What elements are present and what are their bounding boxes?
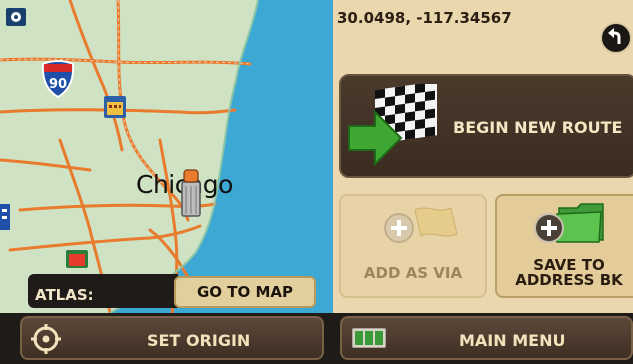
save-to-address-book-label: SAVE TO ADDRESS BK bbox=[495, 258, 633, 288]
folder-add-icon bbox=[534, 203, 604, 243]
interstate-number: 90 bbox=[49, 77, 67, 92]
save-to-label-line2: ADDRESS BK bbox=[515, 271, 623, 289]
poi-restaurant-icon bbox=[66, 250, 88, 272]
navigation-app: 90 ATLAS: GO TO MAP 30.0498, -117.34567 … bbox=[0, 0, 633, 364]
add-as-via-button[interactable] bbox=[339, 194, 487, 298]
atlas-label: ATLAS: bbox=[35, 286, 94, 304]
poi-building-icon bbox=[104, 96, 126, 122]
back-button[interactable] bbox=[600, 22, 632, 54]
checkered-flag-arrow-icon bbox=[348, 84, 437, 167]
map-mode-icon[interactable] bbox=[6, 8, 26, 30]
interstate-shield-icon: 90 bbox=[40, 60, 76, 102]
go-to-map-button[interactable]: GO TO MAP bbox=[174, 276, 316, 308]
coordinates-readout: 30.0498, -117.34567 bbox=[337, 9, 512, 27]
add-as-via-label: ADD AS VIA bbox=[363, 264, 463, 282]
go-to-map-label: GO TO MAP bbox=[196, 283, 294, 301]
vehicle-position-icon bbox=[180, 168, 204, 222]
keyboard-icon bbox=[352, 328, 386, 348]
map-view[interactable]: 90 bbox=[0, 0, 333, 313]
begin-new-route-label: BEGIN NEW ROUTE bbox=[453, 118, 623, 137]
back-arrow-icon bbox=[608, 28, 621, 44]
poi-parking-icon bbox=[0, 204, 10, 234]
add-via-flag-icon bbox=[384, 207, 458, 243]
main-menu-label: MAIN MENU bbox=[459, 331, 566, 350]
map-base bbox=[0, 0, 259, 313]
crosshair-icon bbox=[31, 324, 61, 354]
set-origin-label: SET ORIGIN bbox=[147, 331, 251, 350]
